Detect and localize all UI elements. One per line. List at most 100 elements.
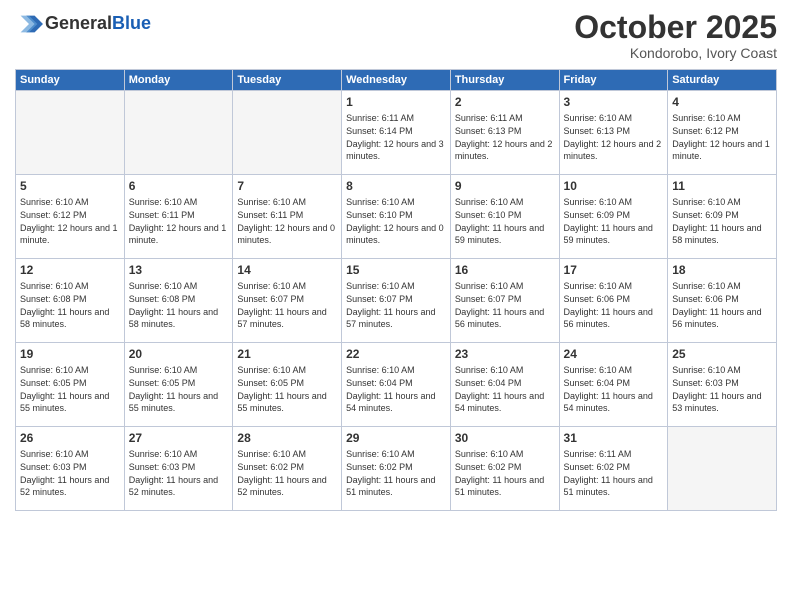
- day-info: Sunrise: 6:10 AM Sunset: 6:13 PM Dayligh…: [564, 112, 664, 162]
- day-info: Sunrise: 6:10 AM Sunset: 6:12 PM Dayligh…: [672, 112, 772, 162]
- calendar-day-cell: 26 Sunrise: 6:10 AM Sunset: 6:03 PM Dayli…: [16, 427, 125, 511]
- day-info: Sunrise: 6:10 AM Sunset: 6:02 PM Dayligh…: [346, 448, 446, 498]
- calendar-week-row: 19 Sunrise: 6:10 AM Sunset: 6:05 PM Dayli…: [16, 343, 777, 427]
- logo-general: General: [45, 13, 112, 33]
- day-info: Sunrise: 6:10 AM Sunset: 6:10 PM Dayligh…: [455, 196, 555, 246]
- weekday-header: Saturday: [668, 70, 777, 91]
- day-info: Sunrise: 6:10 AM Sunset: 6:10 PM Dayligh…: [346, 196, 446, 246]
- weekday-header: Monday: [124, 70, 233, 91]
- day-number: 30: [455, 430, 555, 446]
- day-info: Sunrise: 6:10 AM Sunset: 6:07 PM Dayligh…: [237, 280, 337, 330]
- calendar-week-row: 1Sunrise: 6:11 AM Sunset: 6:14 PM Daylig…: [16, 91, 777, 175]
- day-number: 25: [672, 346, 772, 362]
- calendar-header-row: SundayMondayTuesdayWednesdayThursdayFrid…: [16, 70, 777, 91]
- day-number: 15: [346, 262, 446, 278]
- calendar-day-cell: 25 Sunrise: 6:10 AM Sunset: 6:03 PM Dayli…: [668, 343, 777, 427]
- day-info: Sunrise: 6:10 AM Sunset: 6:02 PM Dayligh…: [455, 448, 555, 498]
- day-number: 6: [129, 178, 229, 194]
- day-number: 28: [237, 430, 337, 446]
- calendar-day-cell: 9Sunrise: 6:10 AM Sunset: 6:10 PM Daylig…: [450, 175, 559, 259]
- calendar-day-cell: 18Sunrise: 6:10 AM Sunset: 6:06 PM Dayli…: [668, 259, 777, 343]
- day-info: Sunrise: 6:10 AM Sunset: 6:05 PM Dayligh…: [129, 364, 229, 414]
- calendar-day-cell: 15 Sunrise: 6:10 AM Sunset: 6:07 PM Dayli…: [342, 259, 451, 343]
- day-info: Sunrise: 6:10 AM Sunset: 6:11 PM Dayligh…: [237, 196, 337, 246]
- calendar-day-cell: 2Sunrise: 6:11 AM Sunset: 6:13 PM Daylig…: [450, 91, 559, 175]
- calendar-day-cell: 7 Sunrise: 6:10 AM Sunset: 6:11 PM Daylig…: [233, 175, 342, 259]
- day-info: Sunrise: 6:10 AM Sunset: 6:12 PM Dayligh…: [20, 196, 120, 246]
- calendar-day-cell: 20 Sunrise: 6:10 AM Sunset: 6:05 PM Dayli…: [124, 343, 233, 427]
- day-number: 17: [564, 262, 664, 278]
- calendar-day-cell: [16, 91, 125, 175]
- calendar-day-cell: [124, 91, 233, 175]
- day-info: Sunrise: 6:10 AM Sunset: 6:05 PM Dayligh…: [20, 364, 120, 414]
- day-info: Sunrise: 6:10 AM Sunset: 6:07 PM Dayligh…: [346, 280, 446, 330]
- calendar-day-cell: 3 Sunrise: 6:10 AM Sunset: 6:13 PM Daylig…: [559, 91, 668, 175]
- day-info: Sunrise: 6:10 AM Sunset: 6:04 PM Dayligh…: [346, 364, 446, 414]
- logo: GeneralBlue: [15, 10, 151, 38]
- day-info: Sunrise: 6:10 AM Sunset: 6:03 PM Dayligh…: [672, 364, 772, 414]
- day-info: Sunrise: 6:10 AM Sunset: 6:02 PM Dayligh…: [237, 448, 337, 498]
- title-block: October 2025 Kondorobo, Ivory Coast: [574, 10, 777, 61]
- header: GeneralBlue October 2025 Kondorobo, Ivor…: [15, 10, 777, 61]
- calendar-day-cell: 16Sunrise: 6:10 AM Sunset: 6:07 PM Dayli…: [450, 259, 559, 343]
- calendar-week-row: 26 Sunrise: 6:10 AM Sunset: 6:03 PM Dayli…: [16, 427, 777, 511]
- day-number: 31: [564, 430, 664, 446]
- calendar-day-cell: 10Sunrise: 6:10 AM Sunset: 6:09 PM Dayli…: [559, 175, 668, 259]
- calendar-day-cell: 31 Sunrise: 6:11 AM Sunset: 6:02 PM Dayli…: [559, 427, 668, 511]
- day-number: 23: [455, 346, 555, 362]
- calendar-day-cell: 1Sunrise: 6:11 AM Sunset: 6:14 PM Daylig…: [342, 91, 451, 175]
- day-number: 22: [346, 346, 446, 362]
- day-info: Sunrise: 6:10 AM Sunset: 6:08 PM Dayligh…: [20, 280, 120, 330]
- calendar-day-cell: 14 Sunrise: 6:10 AM Sunset: 6:07 PM Dayli…: [233, 259, 342, 343]
- calendar-day-cell: 21Sunrise: 6:10 AM Sunset: 6:05 PM Dayli…: [233, 343, 342, 427]
- calendar-day-cell: 13 Sunrise: 6:10 AM Sunset: 6:08 PM Dayli…: [124, 259, 233, 343]
- day-number: 19: [20, 346, 120, 362]
- calendar-day-cell: 6Sunrise: 6:10 AM Sunset: 6:11 PM Daylig…: [124, 175, 233, 259]
- calendar-day-cell: 28 Sunrise: 6:10 AM Sunset: 6:02 PM Dayli…: [233, 427, 342, 511]
- calendar-day-cell: [668, 427, 777, 511]
- day-info: Sunrise: 6:10 AM Sunset: 6:08 PM Dayligh…: [129, 280, 229, 330]
- day-number: 20: [129, 346, 229, 362]
- calendar-week-row: 12 Sunrise: 6:10 AM Sunset: 6:08 PM Dayli…: [16, 259, 777, 343]
- day-info: Sunrise: 6:10 AM Sunset: 6:03 PM Dayligh…: [20, 448, 120, 498]
- location: Kondorobo, Ivory Coast: [574, 45, 777, 61]
- weekday-header: Thursday: [450, 70, 559, 91]
- day-number: 26: [20, 430, 120, 446]
- logo-icon: [15, 10, 43, 38]
- day-number: 10: [564, 178, 664, 194]
- day-info: Sunrise: 6:10 AM Sunset: 6:04 PM Dayligh…: [455, 364, 555, 414]
- day-number: 29: [346, 430, 446, 446]
- calendar-day-cell: 23 Sunrise: 6:10 AM Sunset: 6:04 PM Dayli…: [450, 343, 559, 427]
- month-title: October 2025: [574, 10, 777, 45]
- weekday-header: Sunday: [16, 70, 125, 91]
- calendar-day-cell: 4 Sunrise: 6:10 AM Sunset: 6:12 PM Daylig…: [668, 91, 777, 175]
- page: GeneralBlue October 2025 Kondorobo, Ivor…: [0, 0, 792, 612]
- day-number: 3: [564, 94, 664, 110]
- day-number: 7: [237, 178, 337, 194]
- day-number: 12: [20, 262, 120, 278]
- day-number: 18: [672, 262, 772, 278]
- calendar-day-cell: 24Sunrise: 6:10 AM Sunset: 6:04 PM Dayli…: [559, 343, 668, 427]
- day-info: Sunrise: 6:10 AM Sunset: 6:03 PM Dayligh…: [129, 448, 229, 498]
- calendar-table: SundayMondayTuesdayWednesdayThursdayFrid…: [15, 69, 777, 511]
- weekday-header: Tuesday: [233, 70, 342, 91]
- day-number: 13: [129, 262, 229, 278]
- day-number: 21: [237, 346, 337, 362]
- weekday-header: Wednesday: [342, 70, 451, 91]
- calendar-day-cell: 22 Sunrise: 6:10 AM Sunset: 6:04 PM Dayli…: [342, 343, 451, 427]
- day-number: 27: [129, 430, 229, 446]
- calendar-day-cell: 17Sunrise: 6:10 AM Sunset: 6:06 PM Dayli…: [559, 259, 668, 343]
- logo-blue: Blue: [112, 13, 151, 33]
- day-number: 8: [346, 178, 446, 194]
- day-number: 14: [237, 262, 337, 278]
- day-info: Sunrise: 6:10 AM Sunset: 6:04 PM Dayligh…: [564, 364, 664, 414]
- calendar-day-cell: 27 Sunrise: 6:10 AM Sunset: 6:03 PM Dayli…: [124, 427, 233, 511]
- day-info: Sunrise: 6:11 AM Sunset: 6:02 PM Dayligh…: [564, 448, 664, 498]
- calendar-day-cell: 12 Sunrise: 6:10 AM Sunset: 6:08 PM Dayli…: [16, 259, 125, 343]
- day-info: Sunrise: 6:11 AM Sunset: 6:14 PM Dayligh…: [346, 112, 446, 162]
- calendar-day-cell: 19 Sunrise: 6:10 AM Sunset: 6:05 PM Dayli…: [16, 343, 125, 427]
- day-number: 11: [672, 178, 772, 194]
- day-number: 4: [672, 94, 772, 110]
- calendar-day-cell: 29 Sunrise: 6:10 AM Sunset: 6:02 PM Dayli…: [342, 427, 451, 511]
- weekday-header: Friday: [559, 70, 668, 91]
